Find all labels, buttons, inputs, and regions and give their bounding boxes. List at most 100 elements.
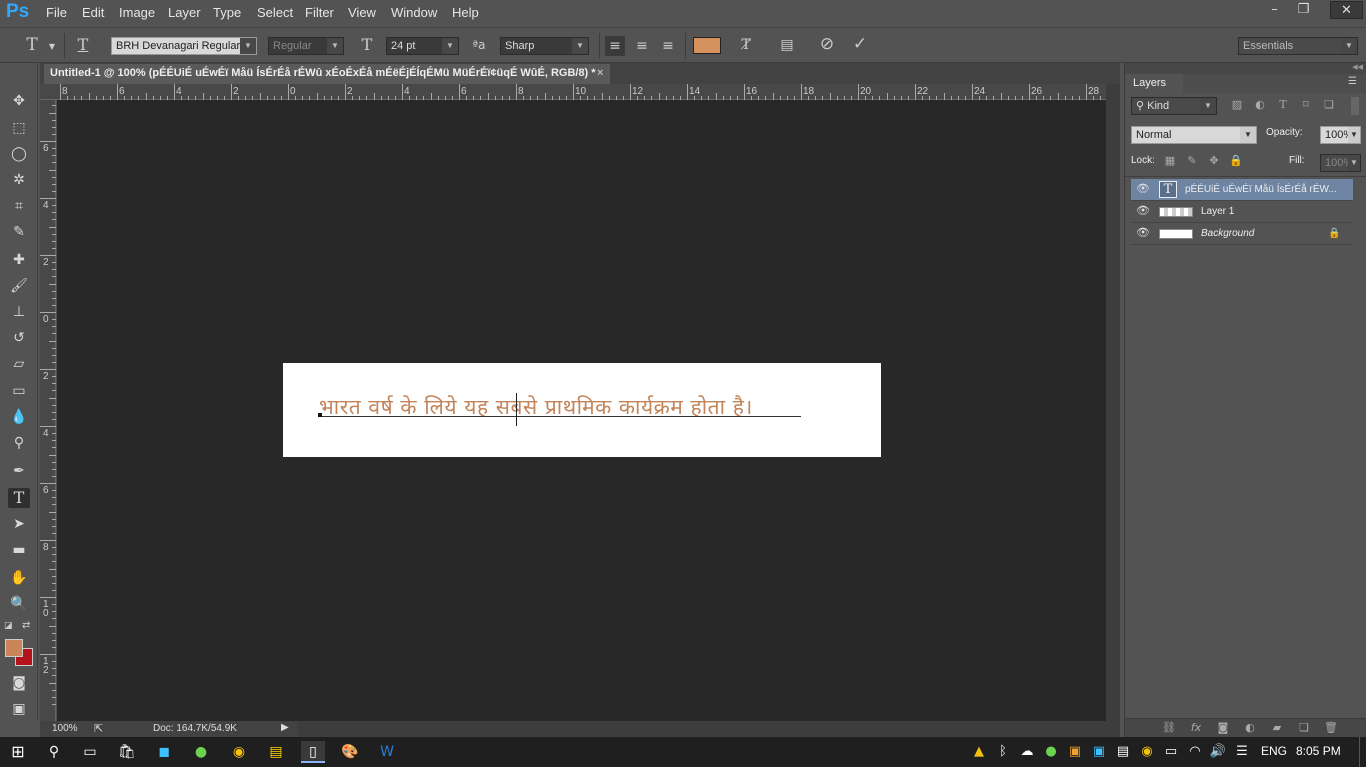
link-layers-icon[interactable]: ⛓ xyxy=(1161,721,1177,734)
visibility-eye-icon[interactable]: 👁 xyxy=(1135,201,1151,222)
menu-layer[interactable]: Layer xyxy=(168,5,201,20)
character-panel-icon[interactable]: ▤ xyxy=(777,35,797,55)
default-colors-icon[interactable]: ◪ xyxy=(4,621,13,631)
workspace-select[interactable]: Essentials ▼ xyxy=(1238,37,1358,55)
document-tab[interactable]: Untitled-1 @ 100% (pÉÉUiÉ uÉwÉï Måü ÍsÉr… xyxy=(44,64,610,84)
layer-style-icon[interactable]: fx xyxy=(1188,721,1204,734)
tray-app-icon[interactable]: ▣ xyxy=(1066,744,1084,759)
blend-mode-select[interactable]: Normal ▼ xyxy=(1131,126,1257,144)
document-canvas[interactable]: भारत वर्ष के लिये यह सबसे प्राथमिक कार्य… xyxy=(283,363,881,457)
horizontal-scrollbar[interactable] xyxy=(298,721,1120,737)
restore-button[interactable]: ❐ xyxy=(1290,1,1317,19)
utorrent-tray-icon[interactable]: ● xyxy=(1042,744,1060,759)
language-indicator[interactable]: ENG xyxy=(1261,744,1287,758)
screen-mode-icon[interactable]: ▣ xyxy=(8,699,30,719)
pen-tool-icon[interactable]: ✒ xyxy=(8,461,30,481)
filter-adjustment-icon[interactable]: ◐ xyxy=(1252,98,1268,111)
type-tool-icon[interactable]: T xyxy=(8,488,30,508)
panel-menu-icon[interactable]: ☰ xyxy=(1348,76,1357,87)
eraser-tool-icon[interactable]: ▱ xyxy=(8,354,30,374)
filter-type-icon[interactable]: T xyxy=(1275,98,1291,111)
app-icon[interactable]: ▤ xyxy=(264,741,288,763)
commit-edits-icon[interactable]: ✓ xyxy=(850,34,870,54)
google-drive-icon[interactable]: ▲ xyxy=(970,744,988,759)
word-icon[interactable]: W xyxy=(375,741,399,763)
notifications-icon[interactable]: ☰ xyxy=(1233,744,1251,759)
show-desktop-button[interactable] xyxy=(1359,737,1366,767)
filter-pixel-icon[interactable]: ▨ xyxy=(1229,98,1245,111)
paint-icon[interactable]: 🎨 xyxy=(338,741,362,763)
lock-transparent-icon[interactable]: ▦ xyxy=(1162,154,1178,167)
menu-image[interactable]: Image xyxy=(119,5,155,20)
status-menu-arrow-icon[interactable]: ▶ xyxy=(281,722,289,733)
minimize-button[interactable]: – xyxy=(1261,1,1288,19)
layer-row-text[interactable]: 👁 T pÉÉUiÉ uÉwÉï Måü ÍsÉrÉå rÉW... xyxy=(1131,179,1353,201)
battery-icon[interactable]: ▭ xyxy=(1162,744,1180,759)
filter-toggle-switch[interactable] xyxy=(1351,97,1359,115)
export-icon[interactable]: ⇱ xyxy=(94,722,103,735)
history-brush-tool-icon[interactable]: ↺ xyxy=(8,328,30,348)
tray-app-icon-3[interactable]: ▤ xyxy=(1114,744,1132,759)
lock-image-icon[interactable]: ✎ xyxy=(1184,154,1200,167)
blur-tool-icon[interactable]: 💧 xyxy=(8,407,30,427)
clone-stamp-tool-icon[interactable]: ⊥ xyxy=(8,302,30,322)
menu-select[interactable]: Select xyxy=(257,5,293,20)
lasso-tool-icon[interactable]: ◯ xyxy=(8,144,30,164)
add-mask-icon[interactable]: ◙ xyxy=(1215,721,1231,734)
menu-help[interactable]: Help xyxy=(452,5,479,20)
zoom-tool-icon[interactable]: 🔍 xyxy=(8,594,30,614)
onedrive-icon[interactable]: ☁ xyxy=(1018,744,1036,759)
menu-view[interactable]: View xyxy=(348,5,376,20)
layer-row-background[interactable]: 👁 Background 🔒 xyxy=(1131,223,1353,245)
store-icon[interactable]: 🛍 xyxy=(115,741,139,763)
volume-icon[interactable]: 🔊 xyxy=(1209,744,1227,759)
close-tab-icon[interactable]: × xyxy=(597,64,603,83)
lock-position-icon[interactable]: ✥ xyxy=(1206,154,1222,167)
close-window-button[interactable]: ✕ xyxy=(1330,1,1363,19)
new-adjustment-layer-icon[interactable]: ◐ xyxy=(1242,721,1258,734)
file-icon[interactable]: ▯ xyxy=(301,741,325,763)
magic-wand-tool-icon[interactable]: ✲ xyxy=(8,170,30,190)
cancel-edits-icon[interactable]: ⊘ xyxy=(817,34,837,54)
skype-icon[interactable]: ◼ xyxy=(152,741,176,763)
visibility-eye-icon[interactable]: 👁 xyxy=(1135,179,1151,200)
visibility-eye-icon[interactable]: 👁 xyxy=(1135,223,1151,244)
foreground-color-swatch[interactable] xyxy=(5,639,23,657)
font-style-select[interactable]: Regular ▼ xyxy=(268,37,344,55)
swap-colors-icon[interactable]: ⇄ xyxy=(22,620,30,631)
menu-file[interactable]: File xyxy=(46,5,67,20)
new-group-icon[interactable]: ▰ xyxy=(1269,721,1285,734)
task-view-icon[interactable]: ▭ xyxy=(78,741,102,763)
menu-edit[interactable]: Edit xyxy=(82,5,104,20)
wifi-icon[interactable]: ◠ xyxy=(1186,744,1204,759)
tray-app-icon-2[interactable]: ▣ xyxy=(1090,744,1108,759)
hand-tool-icon[interactable]: ✋ xyxy=(8,568,30,588)
clock[interactable]: 8:05 PM xyxy=(1296,744,1341,758)
menu-window[interactable]: Window xyxy=(391,5,437,20)
type-tool-preset-icon[interactable]: T xyxy=(22,35,42,55)
menu-filter[interactable]: Filter xyxy=(305,5,334,20)
eyedropper-tool-icon[interactable]: ✎ xyxy=(8,222,30,242)
preset-dropdown-icon[interactable]: ▼ xyxy=(42,37,62,57)
zoom-level[interactable]: 100% xyxy=(52,723,78,734)
tray-app-icon-4[interactable]: ◉ xyxy=(1138,744,1156,759)
search-icon[interactable]: ⚲ xyxy=(42,741,66,763)
dodge-tool-icon[interactable]: ⚲ xyxy=(8,433,30,453)
font-family-select[interactable]: BRH Devanagari Regular ▼ xyxy=(111,37,257,55)
text-color-swatch[interactable] xyxy=(693,37,721,54)
new-layer-icon[interactable]: ❏ xyxy=(1296,721,1312,734)
delete-layer-icon[interactable]: 🗑 xyxy=(1323,721,1339,734)
lock-all-icon[interactable]: 🔒 xyxy=(1228,154,1244,167)
layers-tab[interactable]: Layers xyxy=(1125,74,1183,93)
rectangle-tool-icon[interactable]: ▬ xyxy=(8,540,30,560)
layer-row-layer1[interactable]: 👁 Layer 1 xyxy=(1131,201,1353,223)
bluetooth-icon[interactable]: ᛒ xyxy=(994,744,1012,759)
toggle-orientation-icon[interactable]: T xyxy=(73,35,93,55)
filter-smart-object-icon[interactable]: ❏ xyxy=(1321,98,1337,111)
path-selection-tool-icon[interactable]: ➤ xyxy=(8,514,30,534)
align-center-icon[interactable]: ≡ xyxy=(632,36,652,56)
filter-shape-icon[interactable]: ⌑ xyxy=(1298,98,1314,111)
fill-field[interactable]: 100% ▼ xyxy=(1320,154,1361,172)
move-tool-icon[interactable]: ✥ xyxy=(8,91,30,111)
align-right-icon[interactable]: ≡ xyxy=(658,36,678,56)
